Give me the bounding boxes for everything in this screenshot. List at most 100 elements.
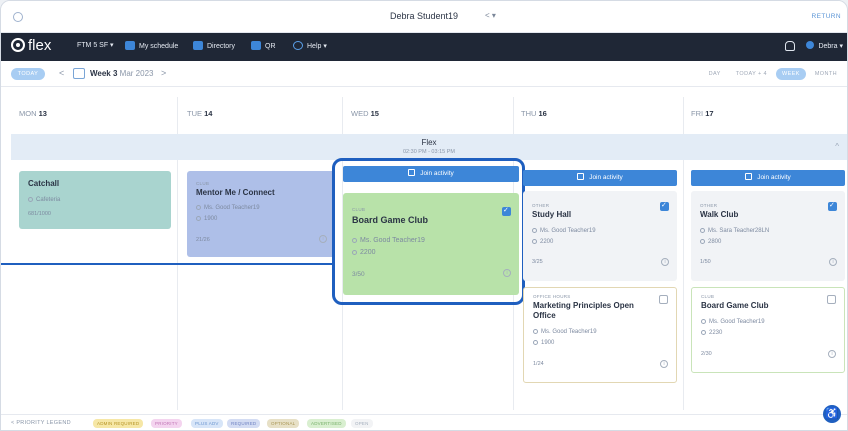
selected-checkbox[interactable] — [660, 201, 669, 211]
activity-title: Study Hall — [532, 210, 572, 219]
tab-month[interactable]: MONTH — [809, 68, 843, 80]
activity-tag: CLUB — [196, 181, 210, 186]
teacher-icon — [533, 329, 538, 334]
return-link[interactable]: RETURN — [812, 13, 841, 20]
activity-tag: OTHER — [532, 203, 550, 208]
day-header-wed: WED 15 — [351, 109, 379, 118]
nav-qr[interactable]: QR — [251, 41, 276, 50]
flex-period-title: Flex — [421, 138, 437, 147]
selected-checkbox[interactable] — [828, 201, 837, 211]
activity-teacher: Ms. Good Teacher19 — [532, 228, 596, 234]
user-menu[interactable]: Debra ▾ — [806, 41, 843, 50]
prev-week-button[interactable]: < — [59, 68, 64, 78]
nav-my-schedule[interactable]: My schedule — [125, 41, 178, 50]
activity-location: Cafeteria — [28, 197, 60, 203]
activity-title: Catchall — [28, 179, 60, 188]
location-icon — [700, 239, 705, 244]
activity-title: Board Game Club — [701, 301, 769, 310]
activity-title: Walk Club — [700, 210, 739, 219]
info-icon[interactable]: i — [829, 258, 837, 266]
legend-required: REQUIRED — [227, 419, 261, 428]
activity-title: Mentor Me / Connect — [196, 188, 275, 197]
top-nav: flex FTM 5 SF ▾ My schedule Directory QR… — [1, 33, 847, 61]
location-icon — [28, 197, 33, 202]
window-bar: Debra Student19 < ▾ RETURN — [1, 1, 847, 33]
app-frame: Debra Student19 < ▾ RETURN flex FTM 5 SF… — [0, 0, 848, 431]
highlight-callout — [332, 158, 525, 305]
priority-legend: < PRIORITY LEGEND ADMIN REQUIRED PRIORIT… — [1, 414, 847, 430]
unselected-checkbox[interactable] — [827, 295, 836, 304]
help-icon — [293, 41, 303, 50]
nav-directory[interactable]: Directory — [193, 41, 235, 50]
tab-today-plus-4[interactable]: TODAY + 4 — [730, 68, 773, 80]
qr-icon — [251, 41, 261, 50]
activity-teacher: Ms. Good Teacher19 — [701, 319, 765, 325]
flex-period-time: 02:30 PM - 03:15 PM — [403, 149, 455, 155]
legend-priority: PRIORITY — [151, 419, 182, 428]
legend-label: < PRIORITY LEGEND — [11, 420, 71, 426]
collapse-chevron-icon[interactable]: ^ — [835, 142, 839, 151]
info-icon[interactable]: i — [319, 235, 327, 243]
activity-tag: OFFICE HOURS — [533, 294, 571, 299]
legend-advertised: ADVERTISED — [307, 419, 346, 428]
unselected-checkbox[interactable] — [659, 295, 668, 304]
legend-optional: OPTIONAL — [267, 419, 300, 428]
nav-help[interactable]: Help ▾ — [293, 41, 327, 50]
join-activity-button-fri[interactable]: Join activity — [691, 170, 845, 186]
week-label: Week 3 Mar 2023 — [90, 69, 154, 78]
legend-admin-required: ADMIN REQUIRED — [93, 419, 144, 428]
info-icon[interactable]: i — [660, 360, 668, 368]
legend-plus-adv: PLUS ADV — [191, 419, 223, 428]
location-icon — [533, 340, 538, 345]
join-activity-button-thu[interactable]: Join activity — [523, 170, 677, 186]
callout-connector — [1, 263, 332, 265]
activity-teacher: Ms. Sara Teacher28LN — [700, 228, 769, 234]
location-icon — [532, 239, 537, 244]
nav-school-select[interactable]: FTM 5 SF ▾ — [77, 41, 114, 49]
day-header-fri: FRI 17 — [691, 109, 714, 118]
location-icon — [196, 216, 201, 221]
info-icon[interactable]: i — [661, 258, 669, 266]
info-icon[interactable]: i — [828, 350, 836, 358]
user-switch-caret[interactable]: < ▾ — [485, 11, 496, 20]
activity-tag: OTHER — [700, 203, 718, 208]
directory-icon — [193, 41, 203, 50]
bell-icon[interactable] — [785, 41, 795, 51]
today-button[interactable]: TODAY — [11, 68, 45, 80]
activity-card-thu-2[interactable]: OFFICE HOURS Marketing Principles Open O… — [523, 287, 677, 383]
accessibility-icon[interactable]: ♿ — [823, 405, 841, 423]
window-title: Debra Student19 — [389, 11, 459, 21]
location-icon — [701, 330, 706, 335]
teacher-icon — [532, 228, 537, 233]
teacher-icon — [701, 319, 706, 324]
activity-capacity: 1/24 — [533, 361, 544, 367]
activity-teacher: Ms. Good Teacher19 — [196, 205, 260, 211]
app-logo[interactable]: flex — [11, 37, 51, 54]
activity-card-mon[interactable]: Catchall Cafeteria 681/1000 — [19, 171, 171, 229]
calendar-picker-icon[interactable] — [73, 68, 85, 79]
logo-icon — [11, 38, 25, 52]
user-avatar-icon — [806, 41, 815, 49]
flex-period-bar[interactable]: Flex 02:30 PM - 03:15 PM ^ — [11, 134, 847, 160]
activity-title: Marketing Principles Open Office — [533, 301, 634, 320]
activity-teacher: Ms. Good Teacher19 — [533, 329, 597, 335]
tab-day[interactable]: DAY — [703, 68, 727, 80]
activity-capacity: 2/30 — [701, 351, 712, 357]
activity-card-thu-1[interactable]: OTHER Study Hall Ms. Good Teacher19 2200… — [523, 191, 677, 281]
activity-card-tue[interactable]: CLUB Mentor Me / Connect Ms. Good Teache… — [187, 171, 335, 257]
activity-room: 2230 — [701, 330, 722, 336]
activity-room: 1900 — [196, 216, 217, 222]
activity-tag: CLUB — [701, 294, 715, 299]
view-tabs: DAY TODAY + 4 WEEK MONTH — [703, 68, 843, 80]
day-header-tue: TUE 14 — [187, 109, 213, 118]
calendar-add-icon — [577, 173, 585, 180]
teacher-icon — [700, 228, 705, 233]
day-header-mon: MON 13 — [19, 109, 47, 118]
tab-week[interactable]: WEEK — [776, 68, 806, 80]
calendar-add-icon — [745, 173, 753, 180]
next-week-button[interactable]: > — [161, 68, 166, 78]
week-toolbar: TODAY < Week 3 Mar 2023 > DAY TODAY + 4 … — [1, 61, 847, 87]
activity-card-fri-2[interactable]: CLUB Board Game Club Ms. Good Teacher19 … — [691, 287, 845, 373]
activity-card-fri-1[interactable]: OTHER Walk Club Ms. Sara Teacher28LN 280… — [691, 191, 845, 281]
day-header-thu: THU 16 — [521, 109, 547, 118]
